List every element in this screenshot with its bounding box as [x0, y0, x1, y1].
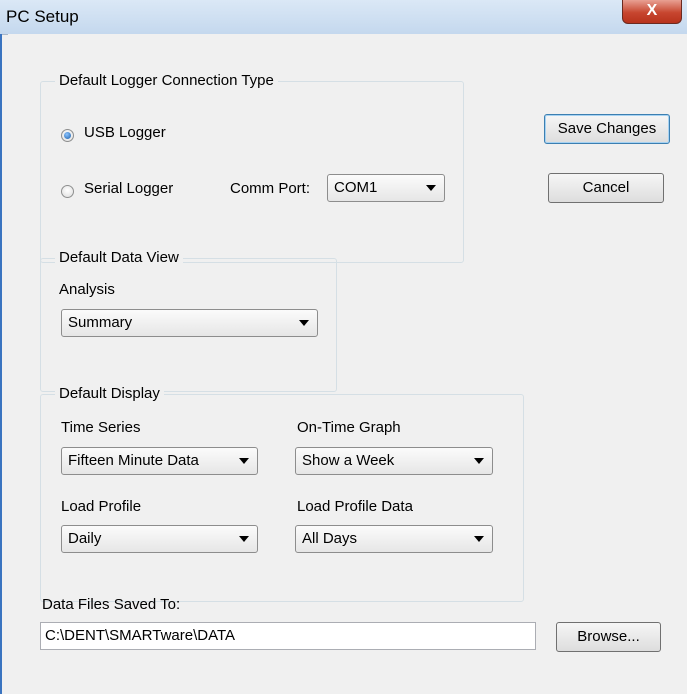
close-icon: X — [646, 2, 658, 19]
usb-logger-label[interactable]: USB Logger — [84, 124, 166, 141]
chevron-down-icon — [239, 536, 249, 542]
comm-port-dropdown[interactable]: COM1 — [327, 174, 445, 202]
time-series-label: Time Series — [61, 419, 141, 436]
load-profile-value: Daily — [68, 530, 102, 547]
load-profile-label: Load Profile — [61, 498, 142, 515]
analysis-value: Summary — [68, 314, 133, 331]
comm-port-value: COM1 — [334, 179, 378, 196]
window-border — [0, 34, 2, 694]
browse-button[interactable]: Browse... — [556, 622, 661, 652]
display-group: Default Display Time Series Fifteen Minu… — [40, 385, 524, 602]
on-time-graph-value: Show a Week — [302, 452, 395, 469]
pc-setup-window: PC Setup X Default Logger Connection Typ… — [0, 0, 687, 694]
cancel-button[interactable]: Cancel — [548, 173, 664, 203]
comm-port-label: Comm Port: — [230, 180, 311, 197]
data-view-legend: Default Data View — [55, 249, 183, 266]
analysis-dropdown[interactable]: Summary — [61, 309, 318, 337]
display-legend: Default Display — [55, 385, 164, 402]
time-series-value: Fifteen Minute Data — [68, 452, 199, 469]
data-files-path-input[interactable]: C:\DENT\SMARTware\DATA — [40, 622, 536, 650]
load-profile-data-value: All Days — [302, 530, 358, 547]
time-series-dropdown[interactable]: Fifteen Minute Data — [61, 447, 258, 475]
title-bar[interactable]: PC Setup X — [0, 0, 687, 35]
data-view-group: Default Data View Analysis Summary — [40, 249, 337, 392]
on-time-graph-label: On-Time Graph — [297, 419, 401, 436]
dialog-client-area: Default Logger Connection Type USB Logge… — [8, 34, 687, 694]
chevron-down-icon — [239, 458, 249, 464]
window-title: PC Setup — [6, 7, 79, 26]
chevron-down-icon — [474, 458, 484, 464]
chevron-down-icon — [474, 536, 484, 542]
analysis-label: Analysis — [59, 281, 115, 298]
connection-type-legend: Default Logger Connection Type — [55, 72, 278, 89]
connection-type-group: Default Logger Connection Type USB Logge… — [40, 72, 464, 263]
load-profile-dropdown[interactable]: Daily — [61, 525, 258, 553]
close-button[interactable]: X — [622, 0, 682, 24]
chevron-down-icon — [299, 320, 309, 326]
data-files-path-value: C:\DENT\SMARTware\DATA — [45, 627, 236, 644]
save-changes-button[interactable]: Save Changes — [544, 114, 670, 144]
chevron-down-icon — [426, 185, 436, 191]
data-files-label: Data Files Saved To: — [42, 596, 181, 613]
serial-logger-radio[interactable] — [61, 185, 74, 198]
on-time-graph-dropdown[interactable]: Show a Week — [295, 447, 493, 475]
serial-logger-label[interactable]: Serial Logger — [84, 180, 173, 197]
usb-logger-radio[interactable] — [61, 129, 74, 142]
load-profile-data-dropdown[interactable]: All Days — [295, 525, 493, 553]
load-profile-data-label: Load Profile Data — [297, 498, 413, 515]
